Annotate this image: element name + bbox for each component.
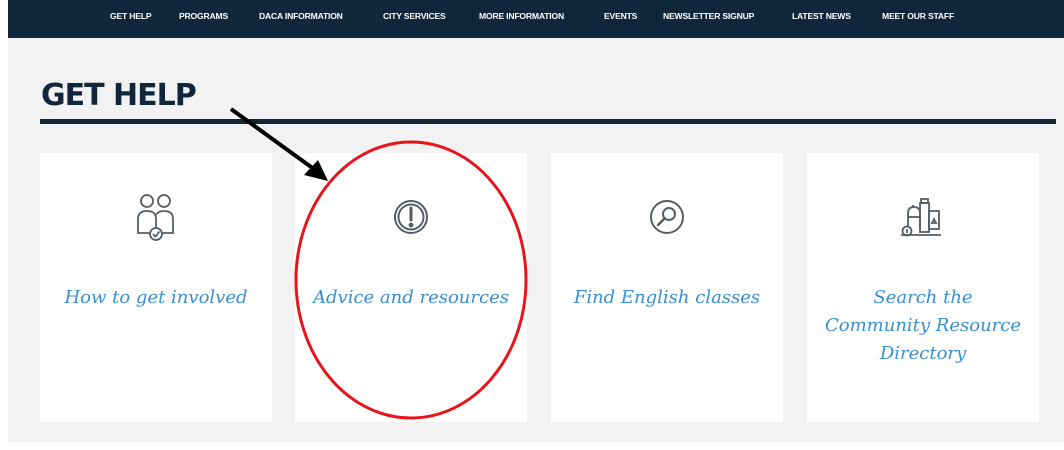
card-label[interactable]: Search the Community Resource Directory bbox=[823, 284, 1023, 368]
nav-item-latest-news[interactable]: LATEST NEWS bbox=[792, 11, 851, 25]
card-community-resource-directory[interactable]: Search the Community Resource Directory bbox=[807, 153, 1039, 422]
card-advice-and-resources[interactable]: Advice and resources bbox=[295, 153, 527, 422]
magnifier-circle-icon bbox=[650, 200, 684, 234]
card-find-english-classes[interactable]: Find English classes bbox=[551, 153, 783, 422]
card-label[interactable]: Find English classes bbox=[567, 284, 767, 312]
nav-item-events[interactable]: EVENTS bbox=[604, 11, 637, 25]
page-title: GET HELP bbox=[41, 78, 197, 113]
city-buildings-icon bbox=[901, 198, 941, 237]
nav-item-newsletter-signup[interactable]: NEWSLETTER SIGNUP bbox=[663, 11, 754, 25]
top-nav-bar: GET HELP PROGRAMS DACA INFORMATION CITY … bbox=[8, 0, 1064, 38]
nav-item-get-help[interactable]: GET HELP bbox=[110, 11, 152, 25]
card-label[interactable]: How to get involved bbox=[56, 284, 256, 312]
nav-menu: GET HELP PROGRAMS DACA INFORMATION CITY … bbox=[8, 0, 1064, 38]
nav-item-programs[interactable]: PROGRAMS bbox=[179, 11, 228, 25]
exclamation-circle-icon bbox=[394, 200, 428, 234]
nav-item-city-services[interactable]: CITY SERVICES bbox=[383, 11, 446, 25]
people-check-icon bbox=[137, 194, 174, 241]
nav-item-daca-information[interactable]: DACA INFORMATION bbox=[259, 11, 343, 25]
card-how-to-get-involved[interactable]: How to get involved bbox=[40, 153, 272, 422]
title-divider bbox=[40, 119, 1056, 124]
nav-item-more-information[interactable]: MORE INFORMATION bbox=[479, 11, 564, 25]
card-label[interactable]: Advice and resources bbox=[311, 284, 511, 312]
nav-item-meet-our-staff[interactable]: MEET OUR STAFF bbox=[882, 11, 954, 25]
